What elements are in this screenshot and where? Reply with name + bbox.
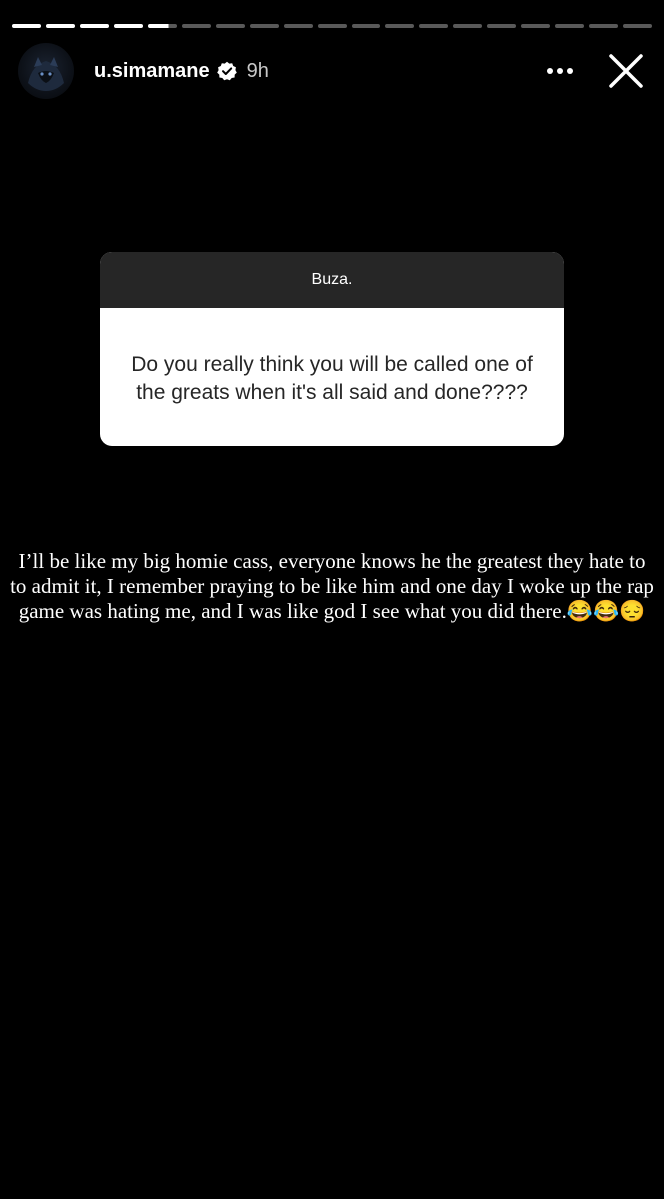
story-progress-segment [623,24,653,28]
story-progress-segment [45,24,75,28]
profile-picture-icon [28,57,64,91]
story-progress-segment [453,24,483,28]
story-progress-segment [317,24,347,28]
story-progress-segment [113,24,143,28]
question-asker: Buza. [100,252,564,308]
avatar[interactable] [18,43,74,99]
story-progress-bar [12,24,653,28]
question-sticker[interactable]: Buza. Do you really think you will be ca… [100,252,564,446]
story-progress-segment [385,24,415,28]
more-options-button[interactable] [538,49,582,93]
more-horizontal-icon [547,68,573,74]
story-progress-segment [351,24,381,28]
story-progress-segment [283,24,313,28]
story-progress-segment [555,24,585,28]
story-progress-segment [12,24,41,28]
story-progress-segment [487,24,517,28]
close-icon [609,54,643,88]
story-progress-segment [521,24,551,28]
story-progress-segment [147,24,177,28]
story-progress-segment [249,24,279,28]
story-progress-segment [419,24,449,28]
story-viewer[interactable]: u.simamane 9h Buza. Do you really think … [0,0,664,1199]
story-progress-segment [79,24,109,28]
story-header: u.simamane 9h [18,42,648,100]
post-time: 9h [246,59,269,82]
verified-badge-icon [216,61,237,81]
close-button[interactable] [604,49,648,93]
question-text: Do you really think you will be called o… [131,353,533,404]
answer-text: I’ll be like my big homie cass, everyone… [10,549,654,623]
story-progress-segment [181,24,211,28]
story-progress-segment [215,24,245,28]
username[interactable]: u.simamane [94,60,210,83]
story-progress-segment [589,24,619,28]
